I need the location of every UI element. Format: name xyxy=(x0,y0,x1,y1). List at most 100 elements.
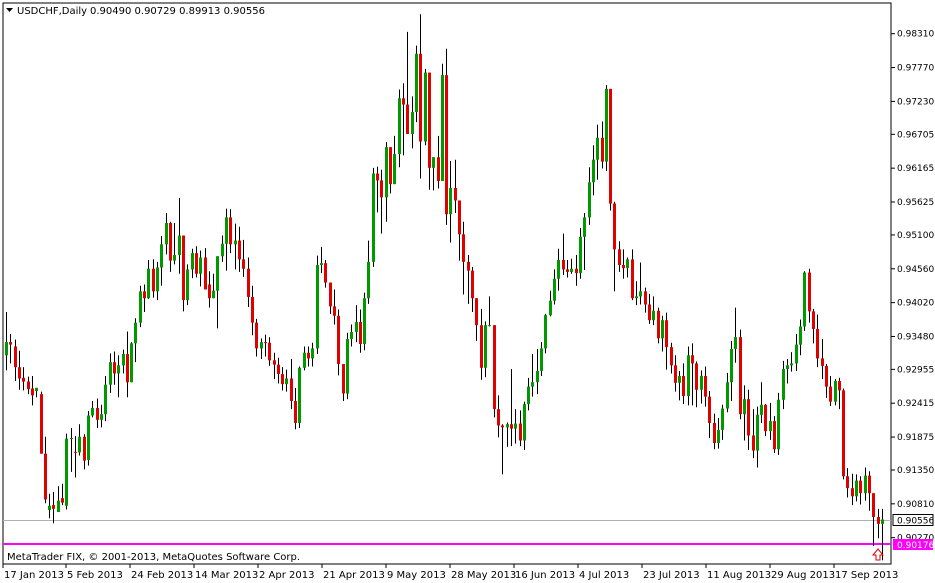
candle-bear xyxy=(169,223,172,261)
candle-bull xyxy=(449,187,452,215)
candle-bull xyxy=(795,344,798,364)
candle-bull xyxy=(355,322,358,333)
candle-bear xyxy=(268,342,271,361)
candle-bull xyxy=(661,320,664,339)
candle-bull xyxy=(592,159,595,183)
candle-bear xyxy=(437,157,440,182)
candle-bull xyxy=(316,265,319,349)
chart-header: USDCHF,Daily 0.90490 0.90729 0.89913 0.9… xyxy=(6,6,265,17)
candle-bear xyxy=(519,423,522,441)
candle-bull xyxy=(320,263,323,266)
candle-bull xyxy=(160,244,163,268)
candle-bull xyxy=(117,365,120,374)
candle-bear xyxy=(648,304,651,321)
x-tick-label: 9 May 2013 xyxy=(387,570,446,581)
candle-bull xyxy=(756,414,759,451)
candle-bear xyxy=(83,436,86,461)
candle-bull xyxy=(864,475,867,494)
y-tick-label: 0.91350 xyxy=(897,466,934,476)
candle-bear xyxy=(682,375,685,397)
candle-bear xyxy=(816,328,819,359)
x-tick-label: 28 May 2013 xyxy=(451,570,516,581)
candle-bull xyxy=(139,291,142,323)
candle-bear xyxy=(575,268,578,274)
candle-bear xyxy=(445,75,448,215)
candle-bear xyxy=(337,315,340,365)
candle-bear xyxy=(695,363,698,390)
candle-bull xyxy=(536,370,539,383)
price-chart[interactable]: USDCHF,Daily 0.90490 0.90729 0.89913 0.9… xyxy=(0,0,935,583)
copyright-text: MetaTrader FIX, © 2001-2013, MetaQuotes … xyxy=(7,552,300,563)
candle-bear xyxy=(389,147,392,185)
candle-bull xyxy=(398,98,401,155)
candle-bear xyxy=(61,498,64,503)
candle-bear xyxy=(747,399,750,436)
candle-bull xyxy=(484,325,487,368)
y-tick-label: 0.91875 xyxy=(897,433,934,443)
candle-bull xyxy=(109,362,112,385)
candle-bear xyxy=(277,364,280,375)
candle-bull xyxy=(147,268,150,299)
candle-bear xyxy=(613,203,616,250)
candle-bear xyxy=(601,137,604,162)
candle-bear xyxy=(510,424,513,429)
candle-bear xyxy=(497,409,500,426)
candle-bear xyxy=(242,259,245,269)
candle-bull xyxy=(70,438,73,440)
current-price-label: 0.90556 xyxy=(897,517,934,527)
candle-bull xyxy=(700,375,703,390)
candle-bear xyxy=(859,480,862,494)
candle-bull xyxy=(777,399,780,450)
candle-bear xyxy=(419,53,422,142)
candle-bull xyxy=(881,519,884,524)
candle-bear xyxy=(143,291,146,299)
candle-bear xyxy=(14,346,17,368)
candle-bull xyxy=(100,414,103,420)
candle-bear xyxy=(333,306,336,316)
candle-bear xyxy=(126,354,129,383)
candle-bull xyxy=(298,367,301,423)
candle-bear xyxy=(872,493,875,517)
candle-bear xyxy=(458,200,461,235)
y-tick-label: 0.97770 xyxy=(897,64,934,74)
candle-bull xyxy=(506,424,509,428)
candle-bear xyxy=(9,342,12,345)
candle-bull xyxy=(803,272,806,327)
candle-bear xyxy=(846,476,849,489)
candle-bear xyxy=(74,451,77,453)
candle-bear xyxy=(842,390,845,477)
candle-bull xyxy=(104,384,107,415)
time-axis: 17 Jan 2013 5 Feb 2013 24 Feb 2013 14 Mar 2… xyxy=(2,564,898,581)
candle-bull xyxy=(717,429,720,444)
candle-bear xyxy=(113,362,116,374)
candle-bull xyxy=(35,387,38,391)
candle-bull xyxy=(579,236,582,274)
candle-bear xyxy=(493,325,496,410)
y-tick-label: 0.93480 xyxy=(897,332,934,342)
candle-bull xyxy=(570,268,573,272)
candle-bear xyxy=(566,269,569,272)
candle-bull xyxy=(191,253,194,270)
candle-bear xyxy=(808,272,811,312)
candle-bear xyxy=(406,104,409,135)
candle-bear xyxy=(273,360,276,365)
candle-bear xyxy=(471,270,474,299)
y-tick-label: 0.98310 xyxy=(897,30,934,40)
candle-bear xyxy=(264,342,267,344)
candle-bull xyxy=(303,352,306,368)
candle-bull xyxy=(424,72,427,142)
candle-bull xyxy=(5,342,8,356)
x-tick-label: 24 Feb 2013 xyxy=(131,570,193,581)
candle-bear xyxy=(428,72,431,168)
candle-bull xyxy=(769,421,772,432)
candle-bull xyxy=(730,349,733,383)
candle-bull xyxy=(678,375,681,383)
candle-bull xyxy=(605,88,608,162)
x-tick-label: 29 Aug 2013 xyxy=(771,570,835,581)
y-tick-label: 0.95625 xyxy=(897,198,934,208)
support-price-label: 0.90176 xyxy=(897,541,934,551)
candle-bear xyxy=(812,311,815,329)
x-tick-label: 4 Jul 2013 xyxy=(579,570,629,581)
candle-bull xyxy=(48,505,51,511)
candle-bull xyxy=(743,399,746,415)
